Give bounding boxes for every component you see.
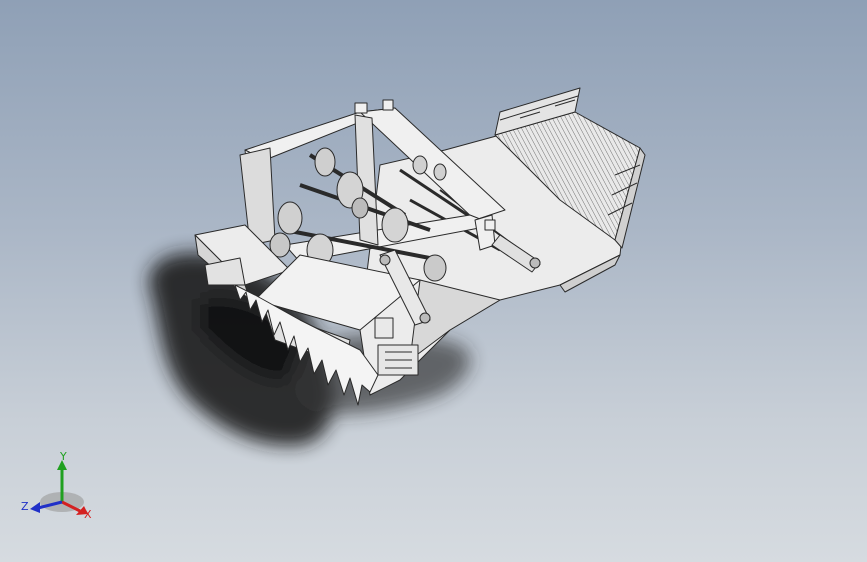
x-axis-label: X [84, 508, 92, 521]
view-triad[interactable]: Y X Z [21, 450, 92, 521]
cad-viewport[interactable]: Y X Z [0, 0, 867, 562]
y-axis-label: Y [59, 450, 67, 463]
z-axis-label: Z [21, 500, 29, 513]
